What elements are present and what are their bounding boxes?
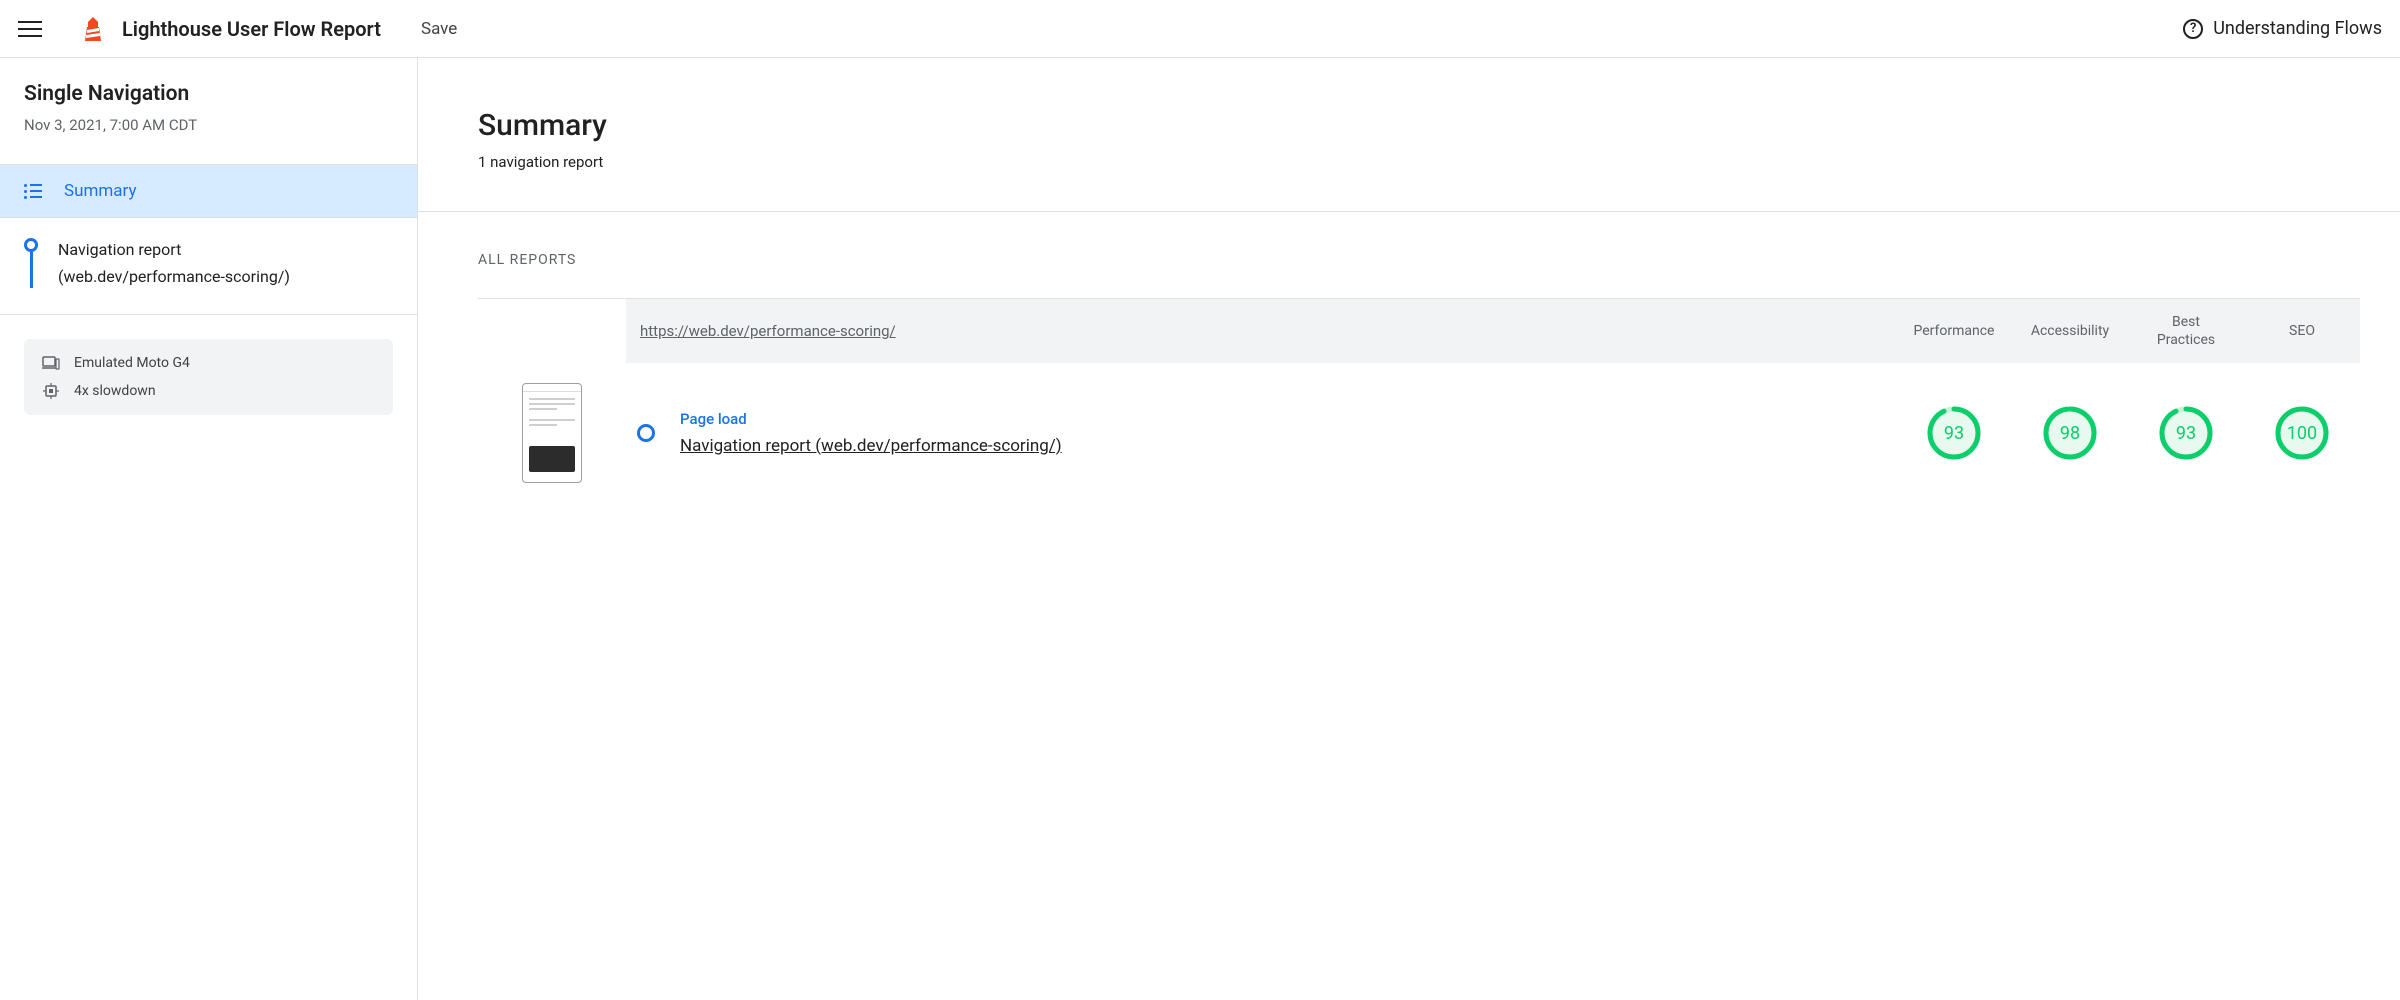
flow-timestamp: Nov 3, 2021, 7:00 AM CDT [24, 116, 393, 134]
menu-icon[interactable] [18, 21, 42, 37]
screenshot-thumbnail[interactable] [522, 383, 582, 483]
lighthouse-logo-icon [82, 15, 104, 43]
summary-heading: Summary [478, 108, 2400, 143]
summary-subtitle: 1 navigation report [478, 153, 2400, 171]
understanding-flows-link[interactable]: ? Understanding Flows [2183, 18, 2382, 39]
device-icon [42, 355, 60, 371]
all-reports-heading: ALL REPORTS [478, 252, 2360, 268]
report-table-header: https://web.dev/performance-scoring/ Per… [626, 299, 2360, 363]
environment-info: Emulated Moto G4 4x slowdown [24, 339, 393, 415]
nav-report-url: (web.dev/performance-scoring/) [58, 263, 290, 290]
col-seo: SEO [2244, 322, 2360, 340]
sidebar-header: Single Navigation Nov 3, 2021, 7:00 AM C… [0, 58, 417, 165]
nav-report-title: Navigation report [58, 236, 290, 263]
throttle-label: 4x slowdown [74, 383, 156, 399]
topbar: Lighthouse User Flow Report Save ? Under… [0, 0, 2400, 58]
gauge-performance[interactable]: 93 [1926, 405, 1982, 461]
flow-title: Single Navigation [24, 82, 393, 106]
cpu-icon [42, 383, 60, 399]
sidebar-item-navigation-report[interactable]: Navigation report (web.dev/performance-s… [0, 218, 417, 315]
report-url-link[interactable]: https://web.dev/performance-scoring/ [626, 322, 1896, 340]
report-title-link[interactable]: Navigation report (web.dev/performance-s… [680, 436, 1896, 456]
help-icon: ? [2183, 19, 2203, 39]
main-content: Summary 1 navigation report ALL REPORTS … [418, 58, 2400, 1000]
device-label: Emulated Moto G4 [74, 355, 190, 371]
col-performance: Performance [1896, 322, 2012, 340]
gauge-best-practices[interactable]: 93 [2158, 405, 2214, 461]
gauge-accessibility[interactable]: 98 [2042, 405, 2098, 461]
report-row: Page load Navigation report (web.dev/per… [478, 363, 2360, 503]
navigation-marker-icon [637, 424, 655, 442]
help-link-label: Understanding Flows [2213, 18, 2382, 39]
app-title: Lighthouse User Flow Report [122, 17, 381, 41]
save-button[interactable]: Save [421, 19, 457, 39]
sidebar-item-summary[interactable]: Summary [0, 165, 417, 218]
col-accessibility: Accessibility [2012, 322, 2128, 340]
col-best-practices: Best Practices [2128, 313, 2244, 349]
sidebar-item-label: Summary [64, 181, 136, 201]
gauge-seo[interactable]: 100 [2274, 405, 2330, 461]
summary-icon [24, 184, 42, 199]
navigation-marker-icon [24, 238, 38, 290]
report-type-label: Page load [680, 410, 1896, 428]
sidebar: Single Navigation Nov 3, 2021, 7:00 AM C… [0, 58, 418, 1000]
